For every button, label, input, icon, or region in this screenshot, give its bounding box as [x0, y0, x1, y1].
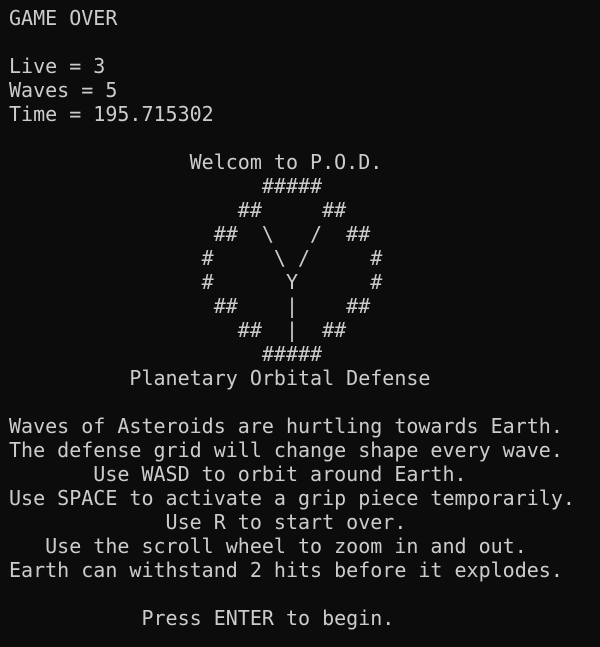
instruction-line: Use R to start over.	[9, 510, 407, 534]
subtitle: Planetary Orbital Defense	[9, 366, 431, 390]
instruction-line: Waves of Asteroids are hurtling towards …	[9, 414, 563, 438]
ascii-art-line: ## ##	[9, 198, 347, 222]
instruction-line: The defense grid will change shape every…	[9, 438, 563, 462]
welcome-title: Welcom to P.O.D.	[9, 150, 383, 174]
ascii-art-line: ## \ / ##	[9, 222, 371, 246]
instruction-line: Use WASD to orbit around Earth.	[9, 462, 467, 486]
ascii-art-line: #####	[9, 174, 323, 198]
game-over-text: GAME OVER	[9, 6, 118, 30]
terminal-output: GAME OVER Live = 3 Waves = 5 Time = 195.…	[9, 6, 599, 630]
press-enter-prompt: Press ENTER to begin.	[9, 606, 395, 630]
ascii-art-line: #####	[9, 342, 323, 366]
ascii-art-line: ## | ##	[9, 294, 371, 318]
instruction-line: Use SPACE to activate a grip piece tempo…	[9, 486, 575, 510]
waves-readout: Waves = 5	[9, 78, 118, 102]
lives-readout: Live = 3	[9, 54, 106, 78]
instruction-line: Earth can withstand 2 hits before it exp…	[9, 558, 563, 582]
ascii-art-line: # Y #	[9, 270, 383, 294]
ascii-art-line: # \ / #	[9, 246, 383, 270]
ascii-art-line: ## | ##	[9, 318, 347, 342]
instruction-line: Use the scroll wheel to zoom in and out.	[9, 534, 527, 558]
time-readout: Time = 195.715302	[9, 102, 214, 126]
